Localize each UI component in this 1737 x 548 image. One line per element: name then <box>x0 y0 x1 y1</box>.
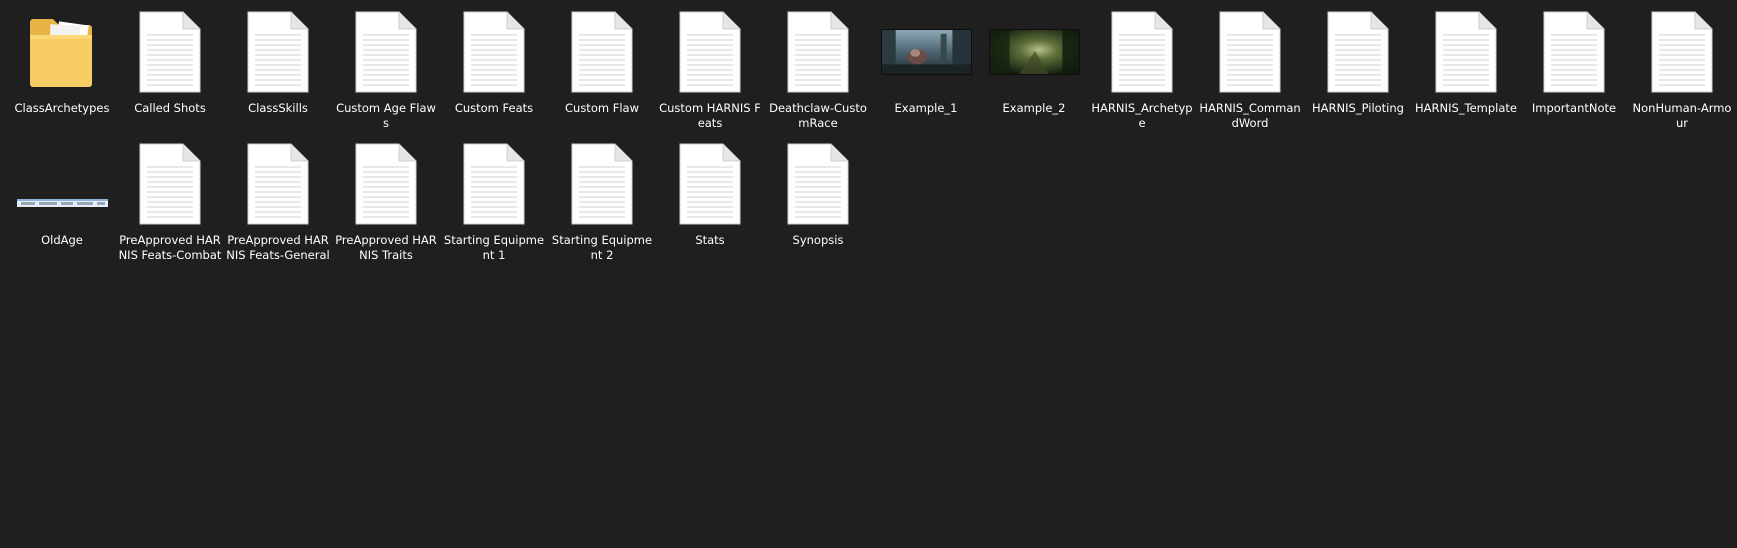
document-icon <box>224 9 332 95</box>
document-icon <box>1088 9 1196 95</box>
file-label: Custom Age Flaws <box>336 101 436 130</box>
file-label: HARNIS_Template <box>1414 101 1518 115</box>
document-icon <box>440 9 548 95</box>
file-label: Custom HARNIS Feats <box>659 101 761 130</box>
desktop-item-classarchetypes[interactable]: ClassArchetypes <box>8 9 116 131</box>
file-label: Custom Feats <box>454 101 534 115</box>
file-label: Custom Flaw <box>565 101 639 115</box>
desktop-item-preapproved-harnis-feats-combat[interactable]: PreApproved HARNIS Feats-Combat <box>116 141 224 263</box>
desktop: ClassArchetypes Called Shots ClassSkills… <box>0 0 1737 548</box>
desktop-item-starting-equipment-1[interactable]: Starting Equipment 1 <box>440 141 548 263</box>
desktop-item-harnis-archetype[interactable]: HARNIS_Archetype <box>1088 9 1196 131</box>
file-label: PreApproved HARNIS Traits <box>335 233 437 262</box>
file-label: Deathclaw-CustomRace <box>769 101 867 130</box>
desktop-icon-row-2: OldAge PreApproved HARNIS Feats-Combat P… <box>8 141 872 263</box>
image-thumbnail-icon <box>980 9 1088 95</box>
document-icon <box>332 9 440 95</box>
file-label: ClassSkills <box>248 101 308 115</box>
file-label: Starting Equipment 2 <box>551 233 653 262</box>
document-icon <box>116 9 224 95</box>
file-label: HARNIS_Archetype <box>1091 101 1193 130</box>
document-icon <box>116 141 224 227</box>
desktop-item-custom-harnis-feats[interactable]: Custom HARNIS Feats <box>656 9 764 131</box>
desktop-item-example-1[interactable]: Example_1 <box>872 9 980 131</box>
desktop-item-harnis-template[interactable]: HARNIS_Template <box>1412 9 1520 131</box>
file-label: Stats <box>695 233 725 247</box>
file-label: OldAge <box>41 233 83 247</box>
document-icon <box>764 141 872 227</box>
desktop-item-starting-equipment-2[interactable]: Starting Equipment 2 <box>548 141 656 263</box>
desktop-item-stats[interactable]: Stats <box>656 141 764 263</box>
document-icon <box>1196 9 1304 95</box>
desktop-item-called-shots[interactable]: Called Shots <box>116 9 224 131</box>
document-icon <box>1412 9 1520 95</box>
image-thumbnail-icon <box>8 141 116 227</box>
file-label: Starting Equipment 1 <box>443 233 545 262</box>
desktop-item-custom-flaw[interactable]: Custom Flaw <box>548 9 656 131</box>
file-label: Example_2 <box>1002 101 1066 115</box>
desktop-item-preapproved-harnis-traits[interactable]: PreApproved HARNIS Traits <box>332 141 440 263</box>
desktop-item-oldage[interactable]: OldAge <box>8 141 116 263</box>
document-icon <box>764 9 872 95</box>
file-label: PreApproved HARNIS Feats-Combat <box>118 233 222 262</box>
image-thumbnail-icon <box>872 9 980 95</box>
desktop-icon-row-1: ClassArchetypes Called Shots ClassSkills… <box>8 9 1736 131</box>
file-label: ImportantNote <box>1531 101 1617 115</box>
desktop-item-importantnote[interactable]: ImportantNote <box>1520 9 1628 131</box>
document-icon <box>440 141 548 227</box>
file-label: NonHuman-Armour <box>1632 101 1732 130</box>
desktop-item-custom-feats[interactable]: Custom Feats <box>440 9 548 131</box>
desktop-item-classskills[interactable]: ClassSkills <box>224 9 332 131</box>
desktop-item-example-2[interactable]: Example_2 <box>980 9 1088 131</box>
desktop-item-nonhuman-armour[interactable]: NonHuman-Armour <box>1628 9 1736 131</box>
file-label: ClassArchetypes <box>14 101 110 115</box>
document-icon <box>1304 9 1412 95</box>
file-label: HARNIS_CommandWord <box>1199 101 1301 130</box>
document-icon <box>548 141 656 227</box>
document-icon <box>1520 9 1628 95</box>
desktop-item-synopsis[interactable]: Synopsis <box>764 141 872 263</box>
document-icon <box>656 141 764 227</box>
desktop-item-deathclaw-customrace[interactable]: Deathclaw-CustomRace <box>764 9 872 131</box>
desktop-item-harnis-piloting[interactable]: HARNIS_Piloting <box>1304 9 1412 131</box>
folder-icon <box>8 9 116 95</box>
document-icon <box>332 141 440 227</box>
desktop-item-harnis-commandword[interactable]: HARNIS_CommandWord <box>1196 9 1304 131</box>
desktop-item-preapproved-harnis-feats-general[interactable]: PreApproved HARNIS Feats-General <box>224 141 332 263</box>
document-icon <box>548 9 656 95</box>
document-icon <box>224 141 332 227</box>
desktop-item-custom-age-flaws[interactable]: Custom Age Flaws <box>332 9 440 131</box>
file-label: PreApproved HARNIS Feats-General <box>226 233 330 262</box>
file-label: HARNIS_Piloting <box>1312 101 1404 115</box>
document-icon <box>656 9 764 95</box>
document-icon <box>1628 9 1736 95</box>
file-label: Example_1 <box>894 101 958 115</box>
file-label: Called Shots <box>134 101 206 115</box>
file-label: Synopsis <box>792 233 844 247</box>
